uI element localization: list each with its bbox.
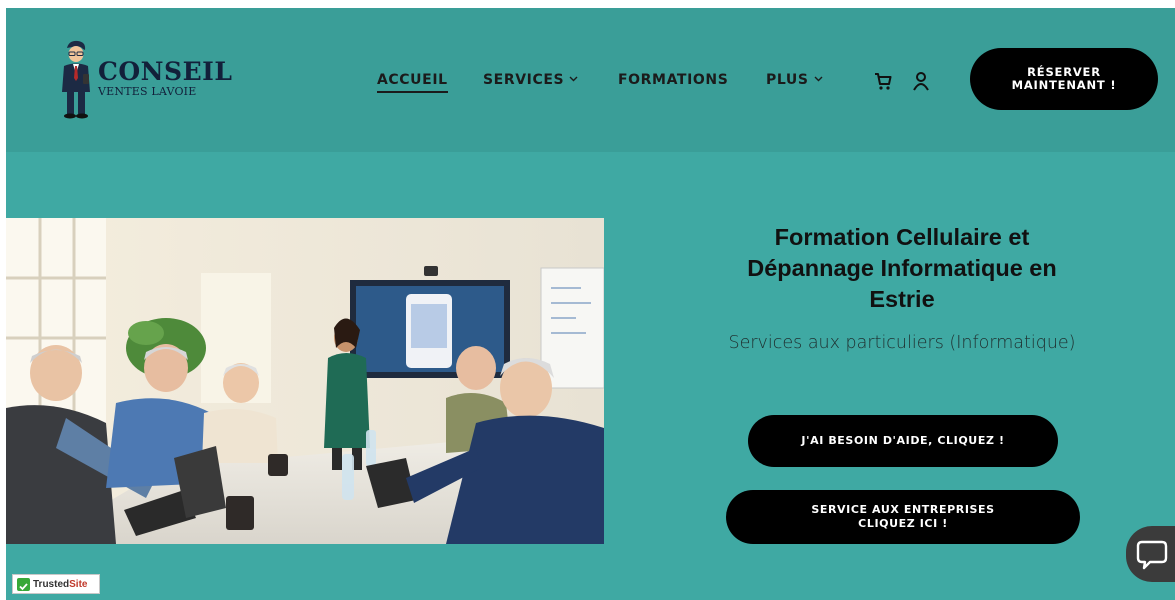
need-help-button[interactable]: J'AI BESOIN D'AIDE, CLIQUEZ ! — [748, 415, 1058, 467]
hero-text-block: Formation Cellulaire et Dépannage Inform… — [722, 222, 1082, 357]
user-icon — [913, 72, 929, 91]
trusted-site-label: TrustedSite — [33, 578, 88, 590]
hero-subtitle: Services aux particuliers (Informatique) — [728, 333, 1076, 353]
logo-subtitle: VENTES LAVOIE — [98, 84, 197, 98]
training-session-illustration — [6, 218, 604, 544]
logo[interactable]: CONSEIL VENTES LAVOIE — [58, 40, 232, 120]
nav-item-label: FORMATIONS — [618, 72, 729, 88]
chevron-down-icon — [569, 76, 578, 82]
check-icon — [17, 577, 30, 591]
chevron-down-icon — [814, 76, 823, 82]
chat-widget-button[interactable] — [1126, 526, 1175, 582]
book-now-button[interactable]: RÉSERVER MAINTENANT ! — [970, 48, 1158, 110]
logo-title: CONSEIL — [98, 56, 233, 86]
chat-bubble-icon — [1136, 540, 1168, 570]
site-header: CONSEIL VENTES LAVOIE ACCUEIL SERVICES F… — [6, 8, 1175, 152]
nav-item-label: PLUS — [766, 72, 809, 88]
hero-training-photo — [6, 218, 604, 544]
nav-item-formations[interactable]: FORMATIONS — [618, 72, 728, 88]
nav-item-plus[interactable]: PLUS — [766, 72, 823, 88]
page: CONSEIL VENTES LAVOIE ACCUEIL SERVICES F… — [6, 8, 1175, 600]
businessman-logo-icon — [62, 40, 90, 119]
account-button[interactable] — [910, 70, 932, 92]
nav-item-accueil[interactable]: ACCUEIL — [377, 72, 448, 93]
trusted-site-badge[interactable]: TrustedSite — [12, 574, 100, 594]
cart-icon — [875, 73, 892, 90]
nav-item-services[interactable]: SERVICES — [483, 72, 578, 88]
nav-item-label: ACCUEIL — [377, 72, 448, 88]
logo-text: CONSEIL VENTES LAVOIE — [98, 56, 233, 98]
nav-item-label: SERVICES — [483, 72, 565, 88]
cart-button[interactable] — [872, 70, 894, 92]
business-services-button[interactable]: SERVICE AUX ENTREPRISES CLIQUEZ ICI ! — [726, 490, 1080, 544]
hero-title: Formation Cellulaire et Dépannage Inform… — [747, 224, 1057, 312]
